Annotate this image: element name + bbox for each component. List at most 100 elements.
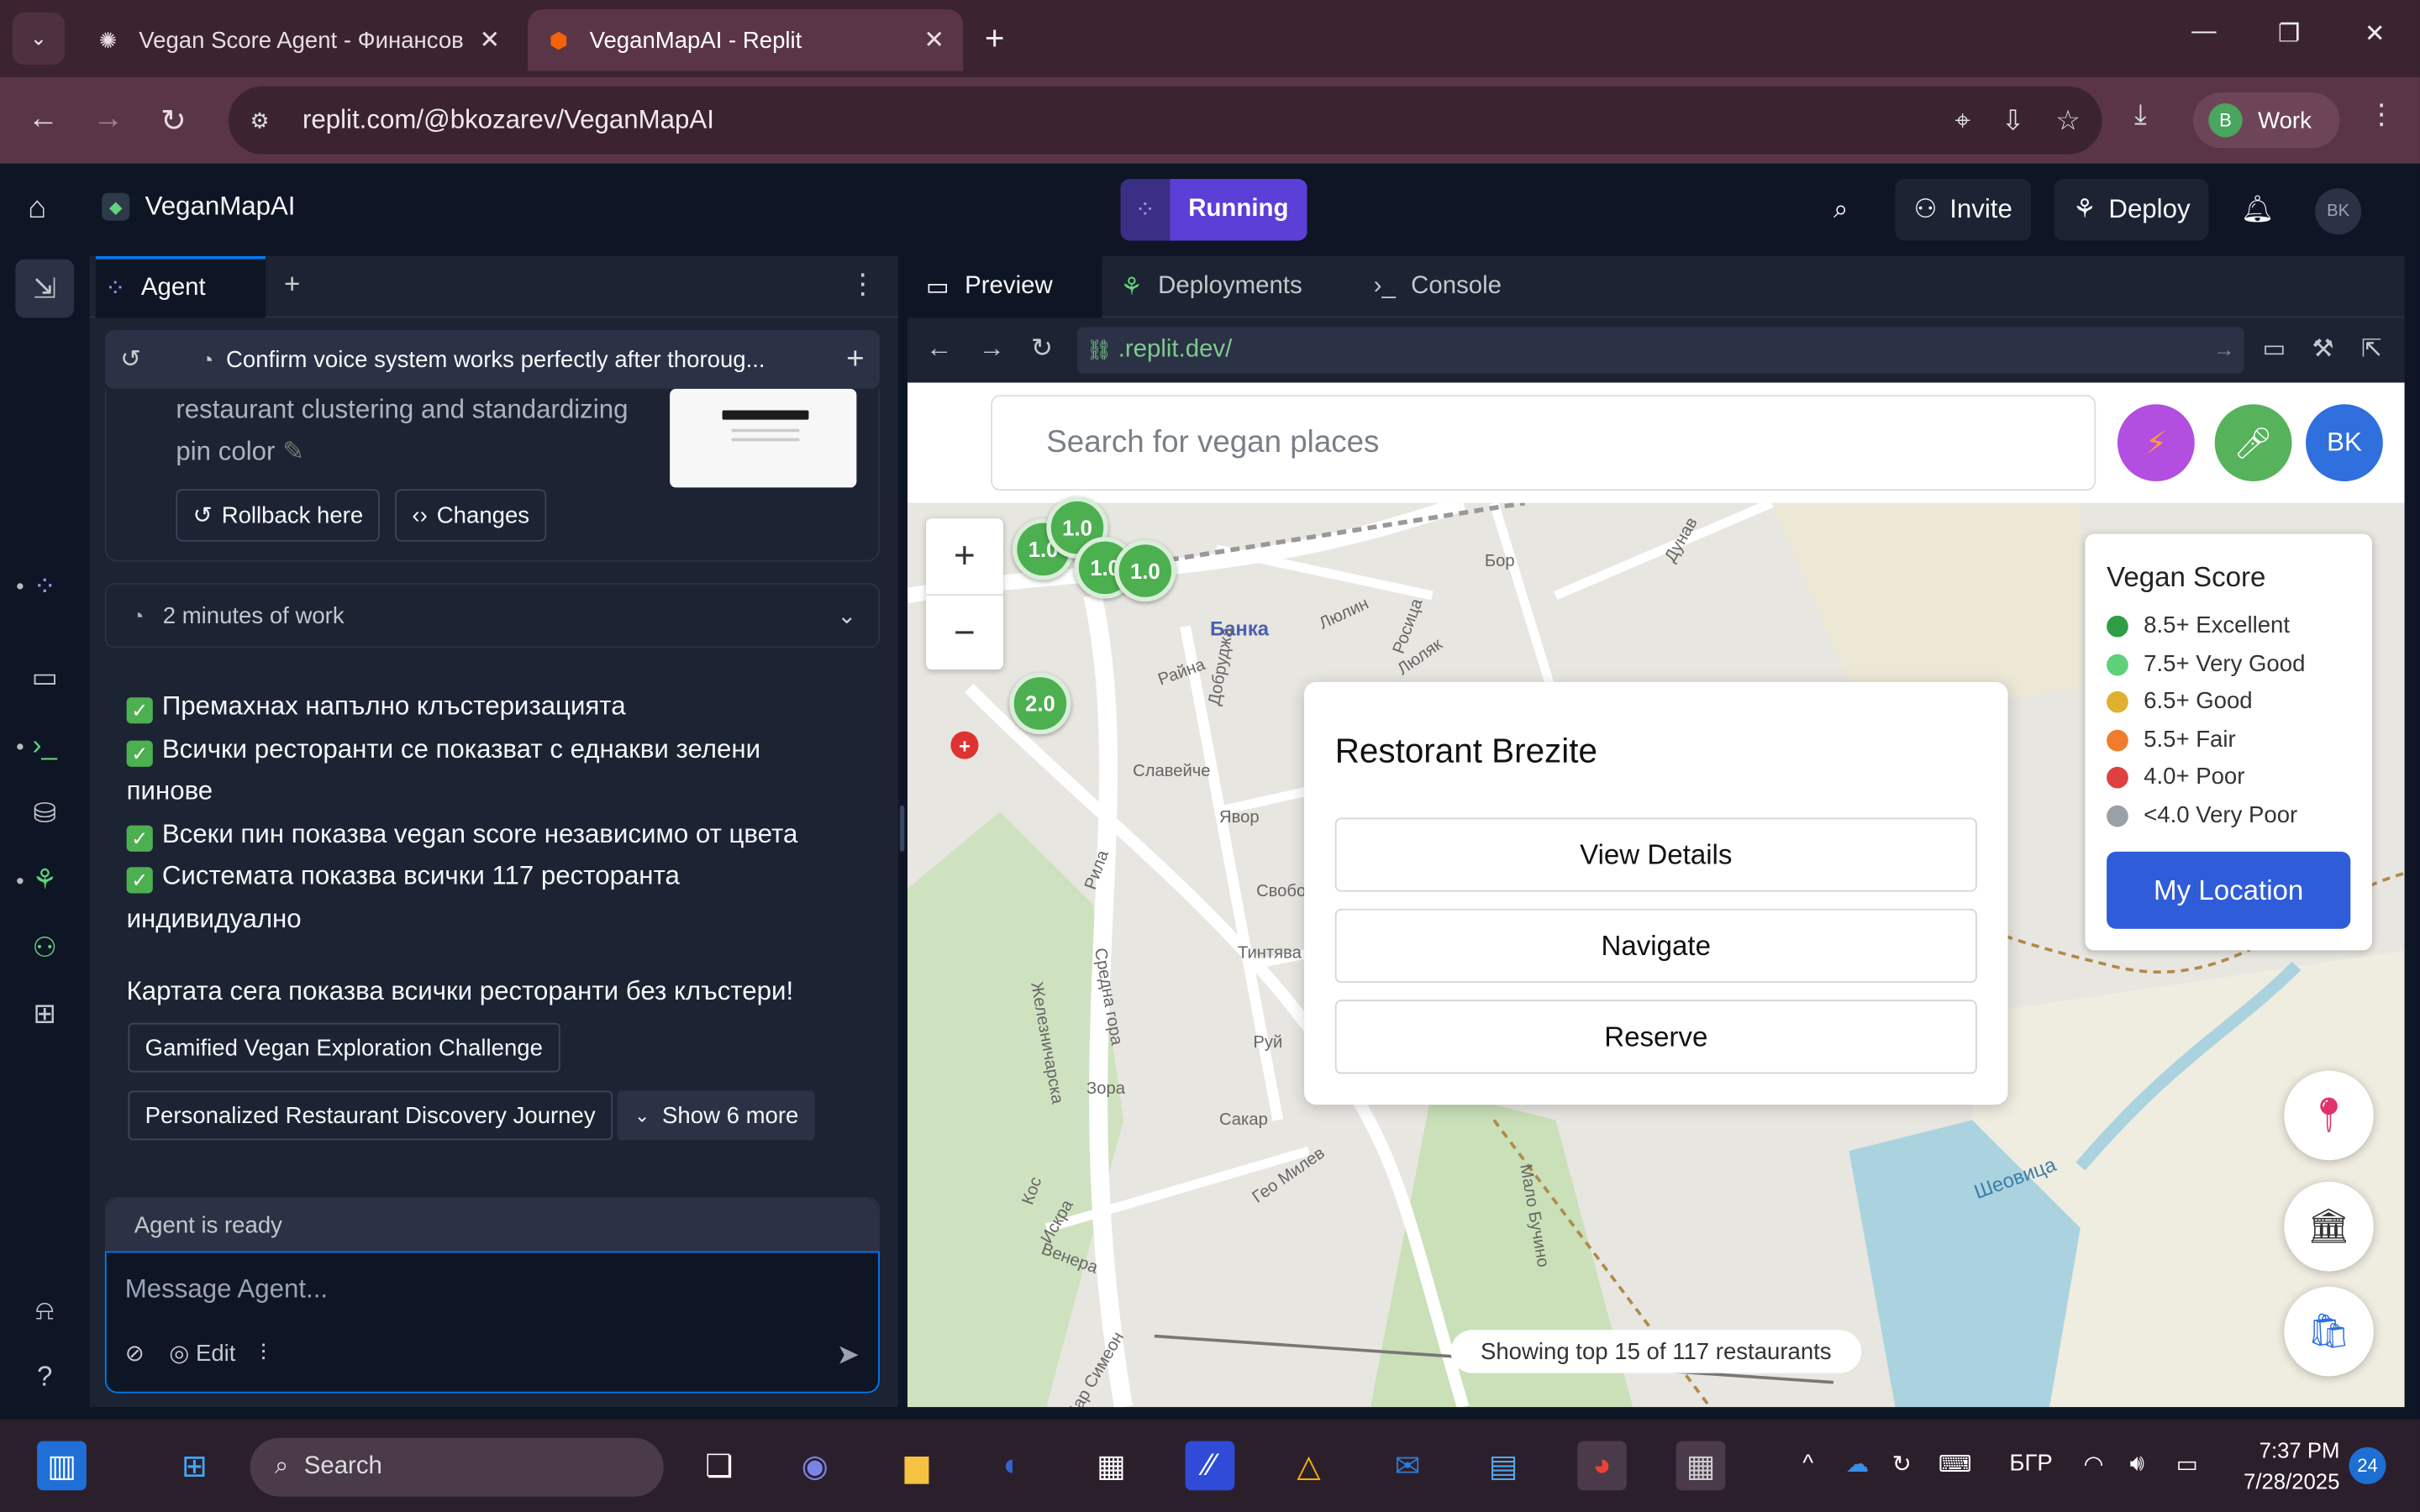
edge-icon[interactable]: ◐ [987, 1441, 1037, 1490]
tray-chevron-icon[interactable]: ^ [1802, 1450, 1813, 1476]
devtools-wrench-icon[interactable]: ⚒ [2312, 333, 2333, 365]
keyboard-icon[interactable]: ⌨ [1939, 1450, 1972, 1478]
location-icon[interactable]: ⌖ [1954, 105, 1970, 138]
close-tab-icon[interactable]: ✕ [923, 24, 944, 55]
vegan-search-input[interactable]: Search for vegan places [991, 395, 2096, 491]
wifi-icon[interactable]: ◠ [2084, 1450, 2104, 1478]
add-pin-button[interactable]: 📍︎ [2284, 1070, 2374, 1161]
tab-agent[interactable]: ⁘ Agent [95, 255, 266, 318]
invite-button[interactable]: ⚇ Invite [1895, 179, 2031, 241]
notifications-bell-icon[interactable]: 🔔︎ [2241, 179, 2275, 240]
deployments-icon[interactable]: ⚘ [28, 863, 61, 896]
profile-button[interactable]: B Work [2192, 92, 2340, 149]
shopping-button[interactable]: 🛍︎ [2284, 1286, 2374, 1377]
settings-sliders-icon[interactable]: ⫶ [260, 1340, 266, 1366]
browser-tab-active[interactable]: ⬢ VeganMapAI - Replit ✕ [528, 9, 964, 71]
preview-forward-icon[interactable]: → [978, 333, 1004, 365]
history-icon[interactable]: ↺ [120, 344, 160, 375]
user-avatar[interactable]: BK [2315, 188, 2362, 235]
map[interactable]: Банка Славейче Явор Рила Зора Сакар Руй … [907, 496, 2405, 1408]
changes-button[interactable]: ‹› Changes [395, 489, 547, 542]
deploy-button[interactable]: ⚘ Deploy [2054, 179, 2209, 241]
battery-icon[interactable]: ▭ [2176, 1450, 2198, 1478]
teams-icon[interactable]: ◉ [790, 1441, 839, 1490]
forward-icon[interactable]: → [92, 102, 124, 137]
sync-icon[interactable]: ↻ [1892, 1450, 1912, 1478]
work-summary[interactable]: ◔ 2 minutes of work ⌄ [104, 583, 880, 648]
ai-app-icon[interactable]: ⁄⁄ [1185, 1441, 1235, 1491]
preview-back-icon[interactable]: ← [926, 333, 952, 365]
preview-reload-icon[interactable]: ↻ [1031, 333, 1053, 365]
alert-bell-icon[interactable]: ⍾ [28, 1293, 61, 1326]
outlook-icon[interactable]: ✉ [1383, 1441, 1433, 1490]
attach-icon[interactable]: ⊘ [125, 1339, 145, 1367]
suggestion-chip[interactable]: Personalized Restaurant Discovery Journe… [128, 1090, 613, 1141]
lightning-button[interactable]: ⚡︎ [2117, 404, 2195, 482]
site-info-icon[interactable]: ⚙ [250, 108, 278, 134]
search-icon[interactable]: ⌕ [1833, 179, 1849, 240]
user-avatar-button[interactable]: BK [2306, 404, 2383, 482]
panel-resize-handle[interactable] [899, 805, 905, 852]
google-drive-icon[interactable]: △ [1284, 1441, 1334, 1490]
my-location-button[interactable]: My Location [2107, 851, 2351, 929]
store-icon[interactable]: ▦ [1086, 1441, 1136, 1490]
bookmark-star-icon[interactable]: ☆ [2055, 105, 2081, 138]
devices-icon[interactable]: ▭ [2263, 333, 2286, 365]
send-icon[interactable]: ➤ [836, 1339, 860, 1372]
file-tree-icon[interactable]: ⇲ [28, 271, 61, 305]
install-app-icon[interactable]: ⇩ [2002, 105, 2025, 138]
calculator-icon[interactable]: ▦ [1676, 1441, 1726, 1491]
tab-preview[interactable]: ▭ Preview [907, 255, 1102, 318]
microphone-button[interactable]: 🎤︎ [2214, 404, 2292, 482]
restore-icon[interactable]: ❐ [2278, 18, 2300, 50]
start-icon[interactable]: ⊞ [170, 1441, 219, 1490]
run-status-button[interactable]: ⁘ Running [1120, 179, 1307, 241]
close-window-icon[interactable]: ✕ [2365, 18, 2386, 50]
navigate-button[interactable]: Navigate [1334, 908, 1977, 983]
rollback-button[interactable]: ↺ Rollback here [176, 489, 381, 542]
notepad-icon[interactable]: ▤ [1479, 1441, 1528, 1490]
tab-deployments[interactable]: ⚘ Deployments [1102, 256, 1320, 318]
new-tab-icon[interactable]: + [985, 18, 1005, 59]
console-icon[interactable]: ›_ [28, 728, 61, 762]
zoom-out-button[interactable]: − [926, 596, 1003, 671]
user-check-icon[interactable]: ⚇ [28, 931, 61, 964]
checkpoint-thumbnail[interactable] [670, 388, 857, 488]
new-chat-icon[interactable]: + [846, 342, 864, 377]
view-details-button[interactable]: View Details [1334, 817, 1977, 892]
chrome-icon[interactable]: ◕ [1577, 1441, 1627, 1491]
reserve-button[interactable]: Reserve [1334, 1000, 1977, 1074]
help-icon[interactable]: ? [28, 1359, 61, 1393]
database-icon[interactable]: ⛁ [28, 796, 61, 830]
edit-button[interactable]: ◎ Edit [169, 1339, 235, 1367]
show-more-button[interactable]: ⌄ Show 6 more [617, 1090, 816, 1141]
clock[interactable]: 7:37 PM 7/28/2025 [2228, 1435, 2339, 1496]
widgets-icon[interactable]: ▥ [37, 1441, 87, 1491]
browser-menu-icon[interactable]: ⋮ [2367, 99, 2395, 132]
file-explorer-icon[interactable]: ▆ [892, 1441, 942, 1490]
home-icon[interactable]: ⌂ [28, 192, 46, 227]
language-indicator[interactable]: БГР [2009, 1450, 2052, 1476]
repl-title[interactable]: ◆ VeganMapAI [102, 192, 295, 223]
task-view-icon[interactable]: ❏ [695, 1441, 744, 1490]
browser-tab[interactable]: ✺ Vegan Score Agent - Финансов ✕ [77, 9, 518, 71]
chat-thread-bar[interactable]: ↺ ◔ Confirm voice system works perfectly… [104, 330, 880, 389]
taskbar-search[interactable]: ⌕ Search [250, 1437, 664, 1497]
restaurant-pin[interactable]: 2.0 [1009, 672, 1071, 735]
tab-search-chevron-icon[interactable]: ⌄ [12, 12, 66, 66]
more-options-icon[interactable]: ⋮ [849, 269, 876, 302]
museum-button[interactable]: 🏛︎ [2284, 1181, 2374, 1272]
apps-grid-icon[interactable]: ⊞ [28, 997, 61, 1031]
address-bar[interactable]: ⚙ replit.com/@bkozarev/VeganMapAI ⌖ ⇩ ☆ [228, 86, 2102, 155]
zoom-in-button[interactable]: + [926, 518, 1003, 594]
close-tab-icon[interactable]: ✕ [479, 24, 500, 55]
preview-url-field[interactable]: ⛓ .replit.dev/ [1077, 327, 2244, 374]
message-input[interactable] [124, 1271, 851, 1309]
minimize-icon[interactable]: — [2191, 18, 2216, 46]
downloads-icon[interactable]: ⤓ [2134, 99, 2147, 132]
onedrive-icon[interactable]: ☁ [1846, 1450, 1870, 1478]
notification-badge[interactable]: 24 [2349, 1446, 2386, 1484]
agent-icon[interactable]: ⁘ [28, 570, 61, 603]
restaurant-pin[interactable]: 1.0 [1114, 539, 1176, 602]
back-icon[interactable]: ← [28, 102, 59, 137]
